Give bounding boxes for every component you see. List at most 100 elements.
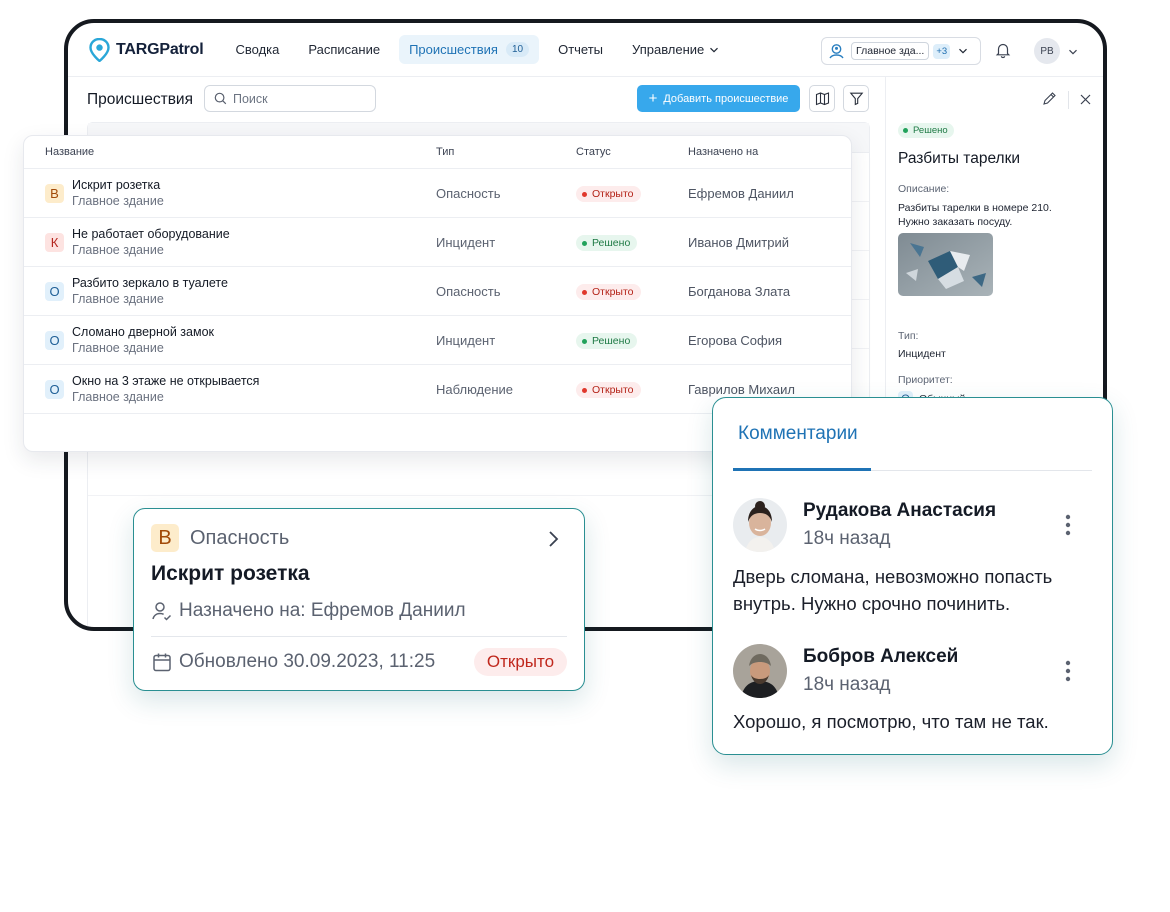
type-cell: Опасность (436, 283, 501, 299)
map-view-button[interactable] (809, 85, 835, 112)
incident-title: Сломано дверной замок (72, 325, 214, 339)
status-label: Открыто (592, 384, 634, 397)
more-vertical-icon[interactable] (1065, 514, 1071, 536)
nav-label: Управление (632, 42, 705, 57)
incidents-count-badge: 10 (505, 42, 530, 57)
add-incident-label: Добавить происшествие (663, 92, 789, 105)
incident-building: Главное здание (72, 194, 164, 208)
priority-badge: В (151, 524, 179, 552)
description-line: Нужно заказать посуду. (898, 216, 1013, 228)
column-header-type[interactable]: Тип (436, 146, 576, 158)
chevron-down-icon[interactable] (1068, 47, 1078, 57)
filter-button[interactable] (843, 85, 869, 112)
location-pin-logo-icon (89, 37, 110, 62)
table-row[interactable]: О Сломано дверной замок Главное здание И… (24, 316, 851, 365)
incident-title: Разбито зеркало в туалете (72, 276, 228, 290)
search-box[interactable] (204, 85, 376, 112)
avatar[interactable] (733, 644, 787, 698)
incident-building: Главное здание (72, 243, 164, 257)
status-label: Открыто (592, 188, 634, 201)
incident-title: Не работает оборудование (72, 227, 230, 241)
column-header-assignee[interactable]: Назначено на (688, 146, 758, 158)
name-cell: О Разбито зеркало в туалете Главное здан… (24, 275, 436, 307)
chevron-right-icon[interactable] (542, 528, 564, 550)
priority-badge: В (45, 183, 64, 203)
active-tab-indicator (733, 468, 871, 471)
name-block: Разбито зеркало в туалете Главное здание (72, 275, 228, 307)
nav-label: Сводка (235, 42, 280, 57)
avatar[interactable] (733, 498, 787, 552)
woman-portrait-avatar (733, 498, 787, 552)
type-cell: Инцидент (436, 332, 496, 348)
more-vertical-icon[interactable] (1065, 660, 1071, 682)
status-label: Открыто (592, 286, 634, 299)
nav-item-reports[interactable]: Отчеты (548, 35, 613, 64)
status-badge: Открыто (474, 648, 567, 676)
user-avatar[interactable]: РВ (1034, 38, 1060, 64)
page-title: Происшествия (87, 91, 193, 108)
card-divider (151, 636, 567, 637)
incident-photo[interactable] (898, 233, 993, 296)
assignee-cell: Богданова Злата (688, 283, 791, 299)
status-dot-icon (582, 191, 587, 197)
priority-badge: О (45, 379, 64, 399)
status-cell: Решено (576, 233, 688, 252)
status-badge: Открыто (576, 382, 641, 399)
pencil-icon[interactable] (1041, 91, 1057, 107)
add-incident-button[interactable]: + Добавить происшествие (637, 85, 800, 112)
status-badge: Решено (576, 235, 638, 252)
location-select[interactable]: Главное зда... +3 (821, 37, 981, 65)
status-label: Решено (913, 125, 948, 136)
name-block: Не работает оборудование Главное здание (72, 226, 230, 258)
assignee-cell: Иванов Дмитрий (688, 234, 789, 250)
table-row[interactable]: К Не работает оборудование Главное здани… (24, 218, 851, 267)
top-navigation-bar: TARGPatrol Сводка Расписание Происшестви… (68, 23, 1103, 77)
incident-building: Главное здание (72, 292, 164, 306)
comment-item: Рудакова Анастасия 18ч назад Дверь слома… (733, 498, 1095, 618)
name-block: Сломано дверной замок Главное здание (72, 324, 214, 356)
type-cell: Опасность (436, 185, 501, 201)
column-header-status[interactable]: Статус (576, 146, 688, 158)
comment-time: 18ч назад (803, 528, 891, 549)
name-block: Искрит розетка Главное здание (72, 177, 164, 209)
panel-divider (1068, 91, 1069, 109)
calendar-icon (153, 653, 171, 672)
user-check-icon (152, 602, 172, 621)
incident-title: Окно на 3 этаже не открывается (72, 374, 260, 388)
table-row[interactable]: В Искрит розетка Главное здание Опасност… (24, 169, 851, 218)
incident-building: Главное здание (72, 341, 164, 355)
incident-building: Главное здание (72, 390, 164, 404)
chevron-down-icon (959, 48, 968, 54)
assignee-cell: Ефремов Даниил (688, 185, 794, 201)
map-icon (815, 92, 829, 106)
name-cell: В Искрит розетка Главное здание (24, 177, 436, 209)
detail-title: Разбиты тарелки (898, 150, 1021, 167)
type-value: Инцидент (898, 348, 946, 360)
search-icon (214, 92, 227, 105)
status-label: Решено (592, 335, 631, 348)
chevron-down-icon (710, 47, 719, 53)
nav-item-management[interactable]: Управление (622, 35, 729, 64)
priority-badge: О (45, 281, 64, 301)
name-cell: О Сломано дверной замок Главное здание (24, 324, 436, 356)
table-header: Название Тип Статус Назначено на (24, 136, 851, 169)
incident-card[interactable]: В Опасность Искрит розетка Назначено на:… (133, 508, 585, 691)
column-header-name[interactable]: Название (24, 146, 436, 158)
logo[interactable]: TARGPatrol (89, 37, 204, 62)
comment-author: Бобров Алексей (803, 646, 959, 667)
comment-item: Бобров Алексей 18ч назад Хорошо, я посмо… (733, 644, 1095, 744)
close-icon[interactable] (1079, 93, 1092, 106)
table-row[interactable]: О Разбито зеркало в туалете Главное здан… (24, 267, 851, 316)
nav-item-summary[interactable]: Сводка (226, 35, 290, 64)
type-cell: Инцидент (436, 234, 496, 250)
status-cell: Решено (576, 331, 688, 350)
status-cell: Открыто (576, 184, 688, 203)
nav-label: Отчеты (558, 42, 604, 57)
name-cell: К Не работает оборудование Главное здани… (24, 226, 436, 258)
search-input[interactable] (233, 91, 363, 106)
type-cell: Наблюдение (436, 381, 514, 397)
nav-item-incidents[interactable]: Происшествия 10 (399, 35, 540, 64)
bell-icon[interactable] (994, 41, 1012, 59)
nav-item-schedule[interactable]: Расписание (298, 35, 390, 64)
tab-comments[interactable]: Комментарии (738, 423, 858, 445)
